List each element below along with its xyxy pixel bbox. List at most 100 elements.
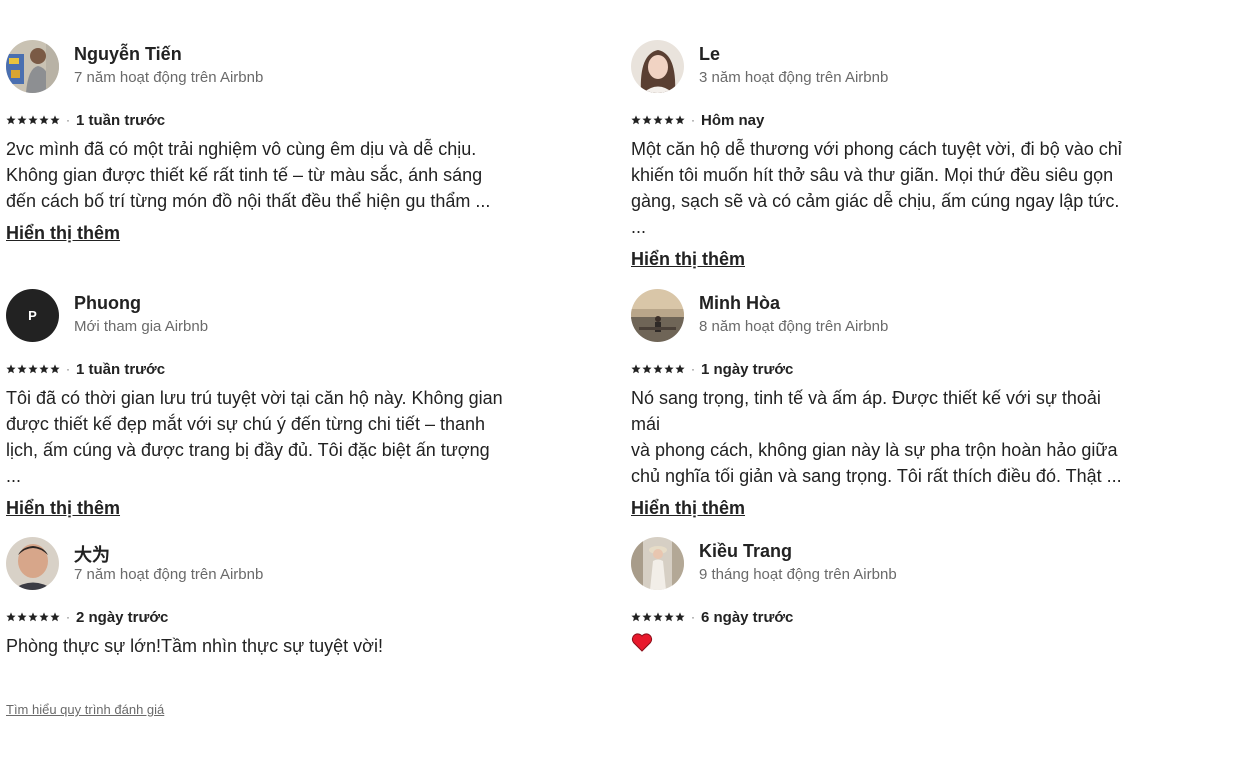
review-text: Nó sang trọng, tinh tế và ấm áp. Được th… bbox=[631, 385, 1131, 489]
reviewer-tenure: 3 năm hoạt động trên Airbnb bbox=[699, 69, 889, 86]
star-icon bbox=[50, 612, 60, 622]
star-icon bbox=[17, 364, 27, 374]
star-icon bbox=[664, 364, 674, 374]
reviewer-name: 大为 bbox=[74, 545, 110, 565]
review-card: P Phuong Mới tham gia Airbnb · 1 tuần tr… bbox=[6, 289, 506, 519]
star-icon bbox=[17, 612, 27, 622]
avatar[interactable] bbox=[6, 40, 59, 93]
reviewer-tenure: Mới tham gia Airbnb bbox=[74, 318, 209, 335]
review-text-line: khiến tôi muốn hít thở sâu và thư giãn. … bbox=[631, 165, 1114, 185]
avatar[interactable]: P bbox=[6, 289, 59, 342]
review-text-line: Tôi đã có thời gian lưu trú tuyệt vời tạ… bbox=[6, 388, 503, 408]
review-meta: · Hôm nay bbox=[631, 110, 1131, 130]
separator-dot: · bbox=[66, 113, 70, 127]
reviewer-tenure: 7 năm hoạt động trên Airbnb bbox=[74, 69, 264, 86]
separator-dot: · bbox=[66, 610, 70, 624]
star-icon bbox=[17, 115, 27, 125]
star-rating bbox=[631, 364, 685, 374]
review-card: Minh Hòa 8 năm hoạt động trên Airbnb · 1… bbox=[631, 289, 1131, 519]
reviewer-tenure: 7 năm hoạt động trên Airbnb bbox=[74, 566, 264, 583]
review-card: 大为 7 năm hoạt động trên Airbnb · 2 ngày … bbox=[6, 537, 506, 659]
review-card: Kiều Trang 9 tháng hoạt động trên Airbnb… bbox=[631, 537, 1131, 652]
star-icon bbox=[50, 364, 60, 374]
star-icon bbox=[664, 115, 674, 125]
star-rating bbox=[6, 612, 60, 622]
star-icon bbox=[675, 612, 685, 622]
review-date: 1 tuần trước bbox=[76, 360, 166, 378]
review-date: 6 ngày trước bbox=[701, 608, 794, 626]
review-date: Hôm nay bbox=[701, 111, 765, 129]
star-icon bbox=[631, 115, 641, 125]
heart-icon bbox=[631, 633, 653, 652]
review-text-line: Không gian được thiết kế rất tinh tế – t… bbox=[6, 165, 483, 185]
reviews-page: Nguyễn Tiến 7 năm hoạt động trên Airbnb … bbox=[0, 0, 1239, 766]
review-text-line: gàng, sạch sẽ và có cảm giác dễ chịu, ấm… bbox=[631, 191, 1120, 237]
star-rating bbox=[631, 115, 685, 125]
star-rating bbox=[6, 115, 60, 125]
review-text-line: 2vc mình đã có một trải nghiệm vô cùng ê… bbox=[6, 139, 477, 159]
review-text: Phòng thực sự lớn!Tầm nhìn thực sự tuyệt… bbox=[6, 633, 506, 659]
star-icon bbox=[675, 115, 685, 125]
star-rating bbox=[6, 364, 60, 374]
star-rating bbox=[631, 612, 685, 622]
review-text: Một căn hộ dễ thương với phong cách tuyệ… bbox=[631, 136, 1131, 240]
star-icon bbox=[28, 364, 38, 374]
separator-dot: · bbox=[691, 610, 695, 624]
review-text-line: lịch, ấm cúng và được trang bị đầy đủ. T… bbox=[6, 440, 490, 486]
review-date: 1 ngày trước bbox=[701, 360, 794, 378]
reviewer-name: Le bbox=[699, 44, 721, 64]
star-icon bbox=[675, 364, 685, 374]
star-icon bbox=[39, 612, 49, 622]
review-meta: · 2 ngày trước bbox=[6, 607, 506, 627]
review-text-line: đến cách bố trí từng món đồ nội thất đều… bbox=[6, 191, 491, 211]
review-text: 2vc mình đã có một trải nghiệm vô cùng ê… bbox=[6, 136, 506, 214]
show-more-link[interactable]: Hiển thị thêm bbox=[6, 223, 120, 244]
reviewer-name: Kiều Trang bbox=[699, 541, 793, 561]
star-icon bbox=[28, 612, 38, 622]
review-text-line: và phong cách, không gian này là sự pha … bbox=[631, 440, 1118, 460]
reviewer-tenure: 8 năm hoạt động trên Airbnb bbox=[699, 318, 889, 335]
reviewer-name: Minh Hòa bbox=[699, 293, 780, 313]
star-icon bbox=[653, 115, 663, 125]
separator-dot: · bbox=[66, 362, 70, 376]
star-icon bbox=[631, 364, 641, 374]
reviewer-name: Nguyễn Tiến bbox=[74, 44, 182, 64]
star-icon bbox=[653, 612, 663, 622]
review-date: 2 ngày trước bbox=[76, 608, 169, 626]
avatar[interactable] bbox=[6, 537, 59, 590]
review-text: Tôi đã có thời gian lưu trú tuyệt vời tạ… bbox=[6, 385, 506, 489]
separator-dot: · bbox=[691, 362, 695, 376]
review-text-line: được thiết kế đẹp mắt với sự chú ý đến t… bbox=[6, 414, 486, 434]
review-meta: · 1 tuần trước bbox=[6, 359, 506, 379]
avatar[interactable] bbox=[631, 40, 684, 93]
review-card: Nguyễn Tiến 7 năm hoạt động trên Airbnb … bbox=[6, 40, 506, 244]
star-icon bbox=[39, 364, 49, 374]
learn-review-process-link[interactable]: Tìm hiểu quy trình đánh giá bbox=[6, 702, 164, 717]
star-icon bbox=[6, 612, 16, 622]
star-icon bbox=[39, 115, 49, 125]
review-text-line: Phòng thực sự lớn!Tầm nhìn thực sự tuyệt… bbox=[6, 636, 383, 656]
show-more-link[interactable]: Hiển thị thêm bbox=[631, 249, 745, 270]
show-more-link[interactable]: Hiển thị thêm bbox=[6, 498, 120, 519]
review-date: 1 tuần trước bbox=[76, 111, 166, 129]
review-meta: · 6 ngày trước bbox=[631, 607, 1131, 627]
avatar[interactable] bbox=[631, 537, 684, 590]
star-icon bbox=[653, 364, 663, 374]
star-icon bbox=[664, 612, 674, 622]
review-card: Le 3 năm hoạt động trên Airbnb · Hôm nay… bbox=[631, 40, 1131, 270]
review-text-line: Một căn hộ dễ thương với phong cách tuyệ… bbox=[631, 139, 1122, 159]
star-icon bbox=[642, 612, 652, 622]
review-text-line: chủ nghĩa tối giản và sang trọng. Tôi rấ… bbox=[631, 466, 1122, 486]
show-more-link[interactable]: Hiển thị thêm bbox=[631, 498, 745, 519]
star-icon bbox=[50, 115, 60, 125]
avatar[interactable] bbox=[631, 289, 684, 342]
star-icon bbox=[631, 612, 641, 622]
star-icon bbox=[6, 364, 16, 374]
review-meta: · 1 ngày trước bbox=[631, 359, 1131, 379]
review-meta: · 1 tuần trước bbox=[6, 110, 506, 130]
separator-dot: · bbox=[691, 113, 695, 127]
reviewer-name: Phuong bbox=[74, 293, 141, 313]
star-icon bbox=[28, 115, 38, 125]
review-text-line: Nó sang trọng, tinh tế và ấm áp. Được th… bbox=[631, 388, 1101, 434]
star-icon bbox=[642, 364, 652, 374]
